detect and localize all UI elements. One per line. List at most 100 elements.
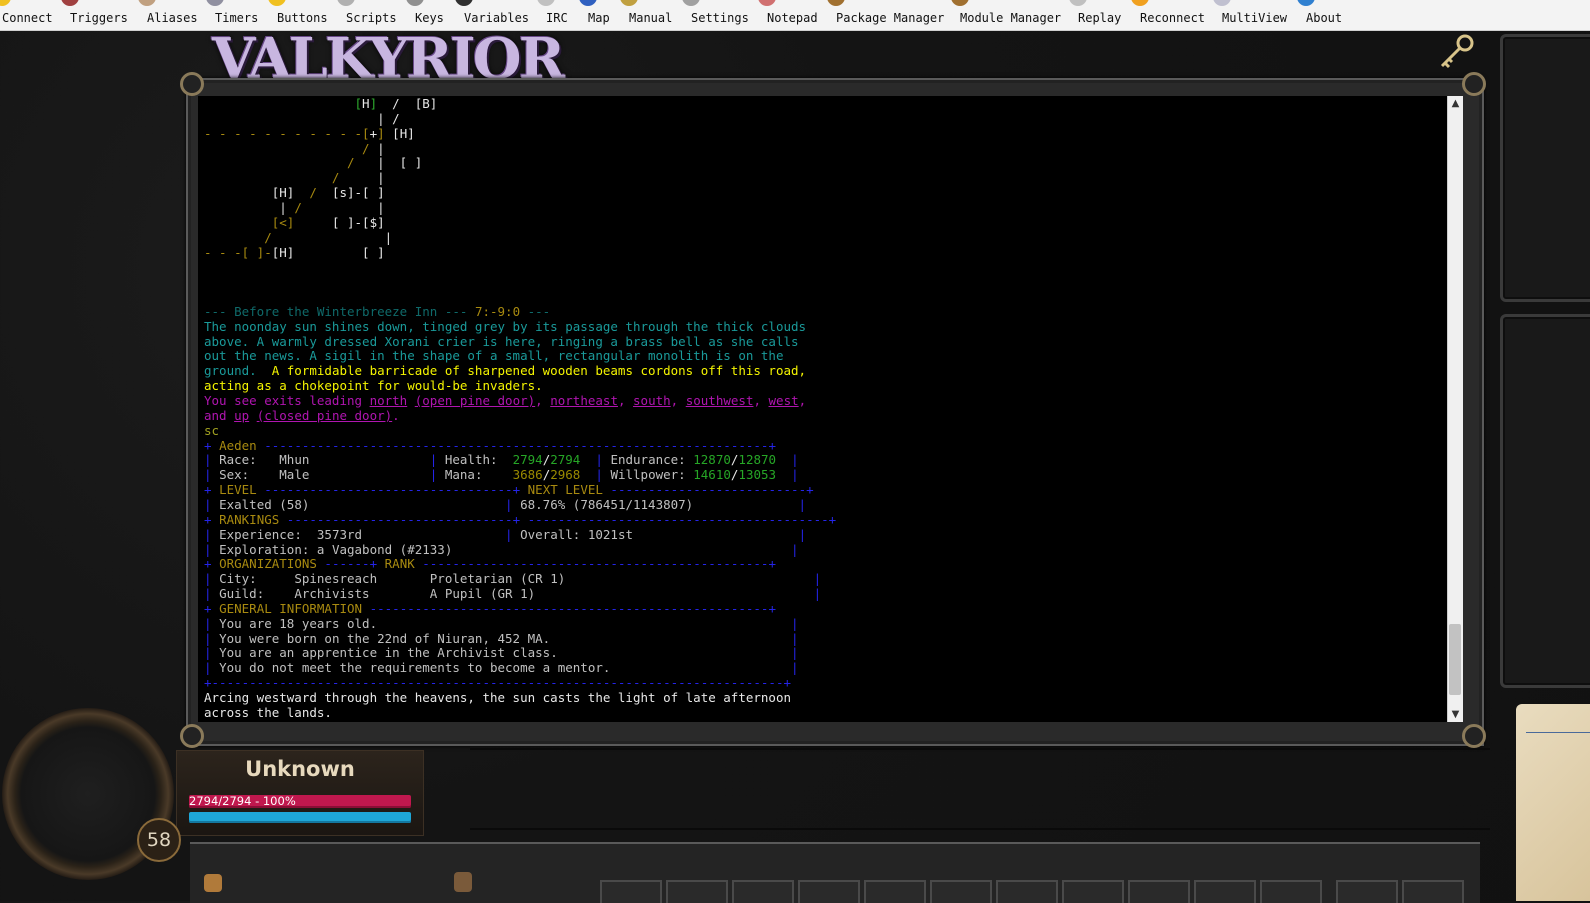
score-line: + LEVEL --------------------------------…: [204, 482, 814, 498]
irc-icon: [537, 0, 555, 6]
toolbar-label: Map: [588, 11, 610, 25]
score-line: | Sex: Male | Mana: 3686/2968 | Willpowe…: [204, 467, 799, 483]
hotbar-item-icon[interactable]: [454, 872, 472, 892]
settings-icon: [682, 0, 700, 6]
keys-icon: [406, 0, 424, 6]
toolbar-label: Triggers: [70, 11, 128, 25]
hotbar-slot[interactable]: [996, 880, 1058, 903]
hotbar-slot[interactable]: [732, 880, 794, 903]
hotbar-slot[interactable]: [798, 880, 860, 903]
scroll-up-arrow[interactable]: ▲: [1448, 96, 1463, 111]
side-panel-top: [1500, 34, 1590, 302]
score-line: | Experience: 3573rd | Overall: 1021st |: [204, 526, 807, 542]
score-line: | Guild: Archivists A Pupil (GR 1) |: [204, 586, 822, 602]
map-icon: [579, 0, 597, 6]
score-line: + ORGANIZATIONS ------+ RANK -----------…: [204, 556, 776, 572]
toolbar-label: Notepad: [767, 11, 818, 25]
map-line: / |: [204, 140, 385, 156]
hotbar-slot[interactable]: [666, 880, 728, 903]
map-line: | /: [204, 110, 400, 126]
toolbar-label: Aliases: [147, 11, 198, 25]
character-status-box: Unknown 2794/2794 - 100%: [176, 750, 424, 836]
reconnect-icon: [1131, 0, 1149, 6]
triggers-icon: [61, 0, 79, 6]
room-description-line: acting as a chokepoint for would-be inva…: [204, 378, 543, 394]
map-line: / | [ ]: [204, 155, 423, 171]
score-line: | City: Spinesreach Proletarian (CR 1) |: [204, 571, 822, 587]
key-icon[interactable]: [1436, 32, 1476, 72]
hotbar-slot[interactable]: [1402, 880, 1464, 903]
score-line: | You are 18 years old. |: [204, 615, 799, 631]
aliases-icon: [138, 0, 156, 6]
hotbar-slot[interactable]: [930, 880, 992, 903]
toolbar-label: Manual: [629, 11, 673, 25]
output-line: across the lands.: [204, 704, 332, 720]
room-description-line: out the news. A sigil in the shape of a …: [204, 348, 784, 364]
hotbar-slot[interactable]: [600, 880, 662, 903]
score-line: | You were born on the 22nd of Niuran, 4…: [204, 630, 799, 646]
score-line: | Exalted (58) | 68.76% (786451/1143807)…: [204, 496, 807, 512]
about-icon: [1297, 0, 1315, 6]
map-line: / |: [204, 229, 393, 245]
divider: [470, 748, 1490, 750]
toolbar-label: IRC: [546, 11, 568, 25]
score-line: | Race: Mhun | Health: 2794/2794 | Endur…: [204, 452, 799, 468]
hotbar-slot[interactable]: [1128, 880, 1190, 903]
replay-icon: [1069, 0, 1087, 6]
hotbar-slot[interactable]: [864, 880, 926, 903]
multiview-icon: [1213, 0, 1231, 6]
map-line: | / |: [204, 199, 385, 215]
toolbar-label: Connect: [2, 11, 53, 25]
character-name: Unknown: [245, 757, 355, 781]
output-line: Arcing westward through the heavens, the…: [204, 690, 791, 705]
level-badge: 58: [137, 818, 181, 862]
timers-icon: [206, 0, 224, 6]
room-description-line: and up (closed pine door).: [204, 407, 400, 423]
toolbar-label: Timers: [215, 11, 259, 25]
score-line: | You do not meet the requirements to be…: [204, 660, 799, 676]
scroll-down-arrow[interactable]: ▼: [1448, 707, 1463, 722]
toolbar-label: Package Manager: [836, 11, 945, 25]
room-title: --- Before the Winterbreeze Inn --- 7:-9…: [204, 303, 551, 319]
hotbar-slot[interactable]: [1062, 880, 1124, 903]
toolbar-label: MultiView: [1222, 11, 1288, 25]
map-line: [<] [ ]-[$]: [271, 214, 385, 230]
manual-icon: [620, 0, 638, 6]
score-line: +---------------------------------------…: [204, 675, 791, 691]
health-bar-text: 2794/2794 - 100%: [189, 794, 296, 808]
package-manager-icon: [827, 0, 845, 6]
mana-bar: [189, 812, 411, 823]
score-line: | You are an apprentice in the Archivist…: [204, 645, 799, 661]
toolbar-label: About: [1306, 11, 1343, 25]
toolbar-label: Variables: [464, 11, 530, 25]
room-description-line: You see exits leading north (open pine d…: [204, 393, 807, 408]
toolbar-label: Buttons: [277, 11, 328, 25]
room-description-line: sc: [204, 422, 220, 438]
map-line: - - - - - - - - - - -[+] [H]: [204, 125, 415, 141]
side-panel-middle: [1500, 314, 1590, 688]
frame-corner-ornament: [1462, 724, 1486, 748]
room-description-line: ground. A formidable barricade of sharpe…: [204, 363, 807, 379]
frame-corner-ornament: [180, 724, 204, 748]
notepad-icon: [758, 0, 776, 6]
module-manager-icon: [951, 0, 969, 6]
frame-corner-ornament: [180, 72, 204, 96]
map-line: [H] / [B]: [354, 96, 438, 111]
scripts-icon: [337, 0, 355, 6]
toolbar-label: Scripts: [346, 11, 397, 25]
frame-corner-ornament: [1462, 72, 1486, 96]
hotbar-slot[interactable]: [1194, 880, 1256, 903]
game-output-console[interactable]: [H] / [B] | / - - - - - - - - - - -[+] [H…: [198, 96, 1448, 722]
divider: [470, 828, 1490, 830]
score-line: | Exploration: a Vagabond (#2133) |: [204, 541, 799, 557]
hotbar-slot[interactable]: [1260, 880, 1322, 903]
output-scrollbar[interactable]: ▲ ▼: [1447, 96, 1463, 722]
hotbar-item-icon[interactable]: [204, 874, 222, 892]
toolbar-label: Keys: [415, 11, 444, 25]
toolbar-label: Reconnect: [1140, 11, 1206, 25]
toolbar-label: Replay: [1078, 11, 1122, 25]
score-line: + GENERAL INFORMATION ------------------…: [204, 600, 776, 616]
hotbar-slot[interactable]: [1336, 880, 1398, 903]
health-bar: 2794/2794 - 100%: [189, 794, 411, 808]
scroll-thumb[interactable]: [1449, 623, 1461, 696]
